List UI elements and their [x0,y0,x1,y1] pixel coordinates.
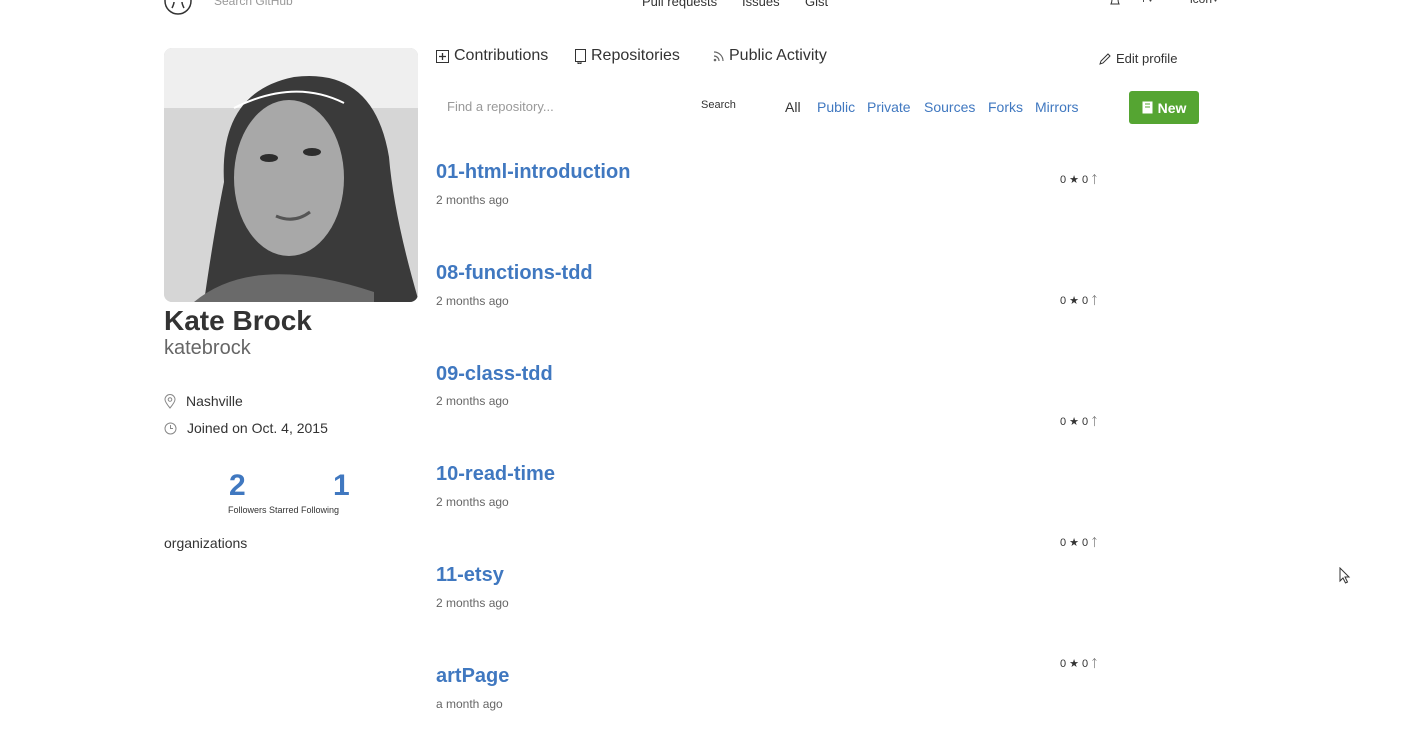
repo-link[interactable]: 11-etsy [436,564,504,587]
repo-stats: 0 ★ 0 ᛏ [1060,536,1098,550]
repo-search-button[interactable]: Search [701,99,736,111]
repo-icon [575,48,586,64]
repo-search-input[interactable] [436,92,686,120]
star-icon: ★ [1069,658,1079,670]
user-menu[interactable]: icon˅ [1190,0,1219,6]
tab-contributions-label: Contributions [454,47,549,64]
repo-stats: 0 ★ 0 ᛏ [1060,173,1098,187]
repo-updated: 2 months ago [436,596,509,610]
location-text: Nashville [186,393,243,409]
fork-icon: ᛏ [1091,173,1098,186]
nav-issues[interactable]: Issues [742,0,780,9]
profile-username: katebrock [164,337,251,359]
following-count[interactable]: 1 [333,469,350,503]
repo-updated: 2 months ago [436,193,509,207]
fork-count: 0 [1082,415,1089,428]
cursor-icon [1339,567,1351,584]
tab-repositories[interactable]: Repositories [575,47,680,65]
pencil-icon [1099,52,1111,65]
profile-location: Nashville [164,393,243,409]
organizations-heading: organizations [164,535,248,551]
stat-labels: Followers Starred Following [228,505,340,515]
fork-icon: ᛏ [1091,536,1098,549]
star-count: 0 [1060,657,1067,670]
repo-link[interactable]: 01-html-introduction [436,161,630,184]
repo-stats: 0 ★ 0 ᛏ [1060,294,1098,308]
fork-count: 0 [1082,294,1089,307]
repo-stats: 0 ★ 0 ᛏ [1060,415,1098,429]
new-repo-button[interactable]: New [1129,91,1199,124]
fork-icon: ᛏ [1091,657,1098,670]
filter-public[interactable]: Public [817,99,855,115]
star-count: 0 [1060,294,1067,307]
followers-count[interactable]: 2 [229,469,246,503]
repo-updated: 2 months ago [436,495,509,509]
fork-icon: ᛏ [1091,415,1098,428]
location-pin-icon [164,393,176,409]
book-icon [1142,101,1153,114]
nav-pull-requests[interactable]: Pull requests [642,0,717,9]
star-count: 0 [1060,415,1067,428]
repo-link[interactable]: artPage [436,665,509,688]
bell-icon[interactable] [1108,0,1122,8]
edit-profile-button[interactable]: Edit profile [1098,51,1177,66]
fork-icon: ᛏ [1091,294,1098,307]
star-count: 0 [1060,536,1067,549]
star-icon: ★ [1069,295,1079,307]
repo-updated: a month ago [436,697,503,711]
star-icon: ★ [1069,174,1079,186]
header-search-input[interactable]: Search GitHub [214,0,293,8]
new-repo-label: New [1157,99,1187,116]
fork-count: 0 [1082,536,1089,549]
plus-square-icon [436,49,449,63]
repo-stats: 0 ★ 0 ᛏ [1060,657,1098,671]
repo-updated: 2 months ago [436,294,509,308]
filter-sources[interactable]: Sources [924,99,975,115]
repo-link[interactable]: 08-functions-tdd [436,262,593,285]
star-icon: ★ [1069,416,1079,428]
filter-forks[interactable]: Forks [988,99,1023,115]
avatar [164,48,418,302]
plus-dropdown-icon[interactable]: +˅ [1140,0,1154,6]
star-count: 0 [1060,173,1067,186]
tab-public-activity-label: Public Activity [729,47,827,64]
tab-repositories-label: Repositories [591,47,680,64]
filter-all[interactable]: All [785,99,801,115]
repo-link[interactable]: 09-class-tdd [436,363,553,386]
clock-icon [164,422,177,434]
fork-count: 0 [1082,657,1089,670]
fork-count: 0 [1082,173,1089,186]
nav-gist[interactable]: Gist [805,0,828,9]
joined-text: Joined on Oct. 4, 2015 [187,420,328,436]
tab-contributions[interactable]: Contributions [436,47,548,65]
user-menu-label: icon [1190,0,1212,6]
octocat-logo-icon[interactable] [163,0,193,16]
repo-updated: 2 months ago [436,394,509,408]
tab-public-activity[interactable]: Public Activity [713,47,827,65]
profile-full-name: Kate Brock [164,305,312,336]
profile-joined: Joined on Oct. 4, 2015 [164,420,328,436]
filter-private[interactable]: Private [867,99,911,115]
rss-icon [713,50,724,61]
star-icon: ★ [1069,537,1079,549]
repo-link[interactable]: 10-read-time [436,463,555,486]
filter-mirrors[interactable]: Mirrors [1035,99,1079,115]
edit-profile-label: Edit profile [1116,51,1178,66]
